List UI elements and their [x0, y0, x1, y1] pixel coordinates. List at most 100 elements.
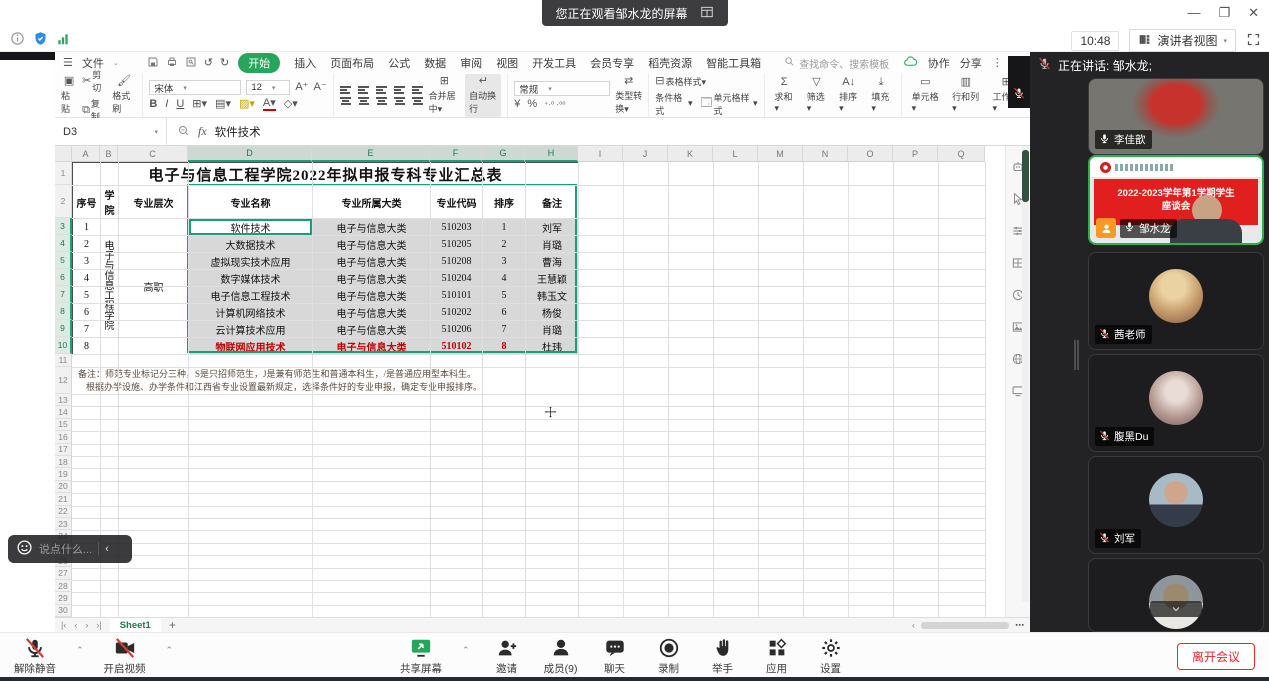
row-header-11[interactable]: 11 — [55, 354, 72, 367]
row-header-2[interactable]: 2 — [55, 185, 72, 218]
cell-code[interactable]: 510202 — [431, 304, 483, 321]
row-header-28[interactable]: 28 — [55, 580, 72, 592]
chat-button[interactable]: 聊天 — [598, 636, 632, 676]
cell-major-name[interactable]: 物联网应用技术 — [189, 338, 313, 355]
chat-quick-input[interactable]: 说点什么... ‹ — [8, 535, 132, 563]
row-header-20[interactable]: 20 — [55, 481, 72, 493]
row-header-4[interactable]: 4 — [55, 235, 72, 252]
layout-switch-icon[interactable] — [700, 5, 714, 22]
cell-major-name[interactable]: 云计算技术应用 — [189, 321, 313, 338]
row-header-21[interactable]: 21 — [55, 493, 72, 505]
table-header-cell[interactable]: 专业名称 — [189, 186, 313, 219]
col-header-P[interactable]: P — [893, 146, 938, 162]
bold-button[interactable]: B — [149, 99, 157, 110]
currency-icon[interactable]: ¥ — [514, 99, 520, 110]
col-header-N[interactable]: N — [803, 146, 848, 162]
align-icon[interactable] — [376, 86, 388, 94]
clear-format-icon[interactable]: ◇▾ — [284, 99, 298, 110]
cell-category[interactable]: 电子与信息大类 — [313, 287, 431, 304]
align-icon[interactable] — [358, 97, 370, 105]
vertical-scrollbar[interactable] — [1022, 146, 1029, 602]
table-header-cell[interactable]: 序号 — [73, 186, 101, 219]
type-convert-button[interactable]: ⇄类型转换▾ — [615, 76, 642, 115]
row-header-8[interactable]: 8 — [55, 303, 72, 320]
select-all-corner[interactable] — [55, 146, 72, 162]
cell-code[interactable]: 510203 — [431, 219, 483, 236]
cell-style-button[interactable]: 🗔单元格样式▾ — [701, 91, 758, 117]
close-button[interactable]: ✕ — [1248, 5, 1259, 21]
paste-button[interactable]: ▣粘贴 — [61, 76, 77, 115]
print-icon[interactable] — [166, 56, 178, 71]
participant-tile-李佳歆[interactable]: 李佳歆 — [1088, 78, 1264, 155]
participant-tile-腹黑Du[interactable]: 腹黑Du — [1088, 354, 1264, 452]
row-header-10[interactable]: 10 — [55, 337, 72, 354]
cell-category[interactable]: 电子与信息大类 — [313, 270, 431, 287]
col-header-M[interactable]: M — [758, 146, 803, 162]
col-header-A[interactable]: A — [72, 146, 100, 162]
fill-button[interactable]: ⤓填充▾ — [867, 77, 894, 114]
cell-code[interactable]: 510206 — [431, 321, 483, 338]
align-icon[interactable] — [340, 97, 352, 105]
align-icon[interactable] — [394, 86, 406, 94]
summary-table[interactable]: 电子与信息工程学院2022年拟申报专科专业汇总表序号学院专业层次专业名称专业所属… — [72, 162, 579, 355]
preview-icon[interactable] — [185, 56, 197, 71]
row-header-22[interactable]: 22 — [55, 506, 72, 518]
decimal-icons[interactable]: ⁺·⁰ ·⁰⁰ — [544, 99, 565, 110]
cell-note[interactable]: 杜玮 — [526, 338, 579, 355]
table-header-cell[interactable]: 学院 — [101, 186, 119, 219]
settings-button[interactable]: 设置 — [814, 636, 848, 676]
maximize-button[interactable]: ❐ — [1218, 5, 1230, 21]
cell-category[interactable]: 电子与信息大类 — [313, 338, 431, 355]
add-sheet-button[interactable]: + — [169, 618, 176, 632]
col-header-C[interactable]: C — [118, 146, 188, 162]
rows-cols-button[interactable]: ▥行和列▾ — [948, 77, 983, 114]
align-icon[interactable] — [358, 86, 370, 94]
row-header-3[interactable]: 3 — [55, 218, 72, 235]
cell-order[interactable]: 8 — [483, 338, 526, 355]
align-icon[interactable] — [412, 97, 424, 105]
cell-no[interactable]: 8 — [73, 338, 101, 355]
scrollbar-thumb[interactable] — [1022, 150, 1029, 202]
chat-placeholder[interactable]: 说点什么... — [39, 541, 92, 557]
col-header-D[interactable]: D — [188, 146, 312, 162]
sort-button[interactable]: A↓排序▾ — [835, 77, 862, 114]
col-header-H[interactable]: H — [525, 146, 578, 162]
invite-button[interactable]: 邀请 — [490, 636, 524, 676]
hamburger-menu-icon[interactable]: ☰ — [63, 58, 73, 69]
italic-button[interactable]: I — [165, 99, 168, 110]
row-header-23[interactable]: 23 — [55, 518, 72, 530]
chevron-left-icon[interactable]: ‹ — [105, 543, 109, 555]
number-format-select[interactable]: 常规▾ — [514, 81, 610, 96]
raise-hand-button[interactable]: 举手 — [706, 636, 740, 676]
fill-color-icon[interactable]: ▨▾ — [239, 99, 255, 110]
font-size-select[interactable]: 12▾ — [246, 80, 290, 95]
minimize-button[interactable]: — — [1187, 5, 1200, 21]
row-header-5[interactable]: 5 — [55, 252, 72, 269]
sheet-grid[interactable]: ABCDEFGHIJKLMNOPQ 1234567891011121314151… — [55, 146, 1005, 617]
col-header-B[interactable]: B — [100, 146, 118, 162]
last-sheet-icon[interactable]: ›| — [96, 620, 101, 630]
row-header-18[interactable]: 18 — [55, 456, 72, 468]
horizontal-scrollbar[interactable] — [921, 622, 1009, 629]
merge-center-button[interactable]: ⊞合并居中▾ — [429, 76, 461, 115]
cell-major-name[interactable]: 计算机网络技术 — [189, 304, 313, 321]
col-header-Q[interactable]: Q — [938, 146, 985, 162]
cell-note[interactable]: 韩玉文 — [526, 287, 579, 304]
cell-category[interactable]: 电子与信息大类 — [313, 219, 431, 236]
wps-tab-7[interactable]: 视图 — [496, 55, 518, 71]
cut-button[interactable]: ✂剪切 — [82, 68, 107, 94]
sum-button[interactable]: Σ求和▾ — [771, 77, 798, 114]
col-header-O[interactable]: O — [848, 146, 893, 162]
row-header-7[interactable]: 7 — [55, 286, 72, 303]
row-header-29[interactable]: 29 — [55, 592, 72, 604]
row-header-1[interactable]: 1 — [55, 162, 72, 185]
align-icon[interactable] — [376, 97, 388, 105]
row-header-14[interactable]: 14 — [55, 406, 72, 418]
cell-note[interactable]: 杨俊 — [526, 304, 579, 321]
table-header-cell[interactable]: 备注 — [526, 186, 579, 219]
mic-muted-button[interactable]: 解除静音 — [14, 636, 56, 676]
new-file-icon[interactable] — [128, 56, 140, 71]
save-icon[interactable] — [147, 56, 159, 71]
cell-major-name[interactable]: 数字媒体技术 — [189, 270, 313, 287]
wps-tab-1[interactable]: 开始 — [238, 53, 280, 73]
